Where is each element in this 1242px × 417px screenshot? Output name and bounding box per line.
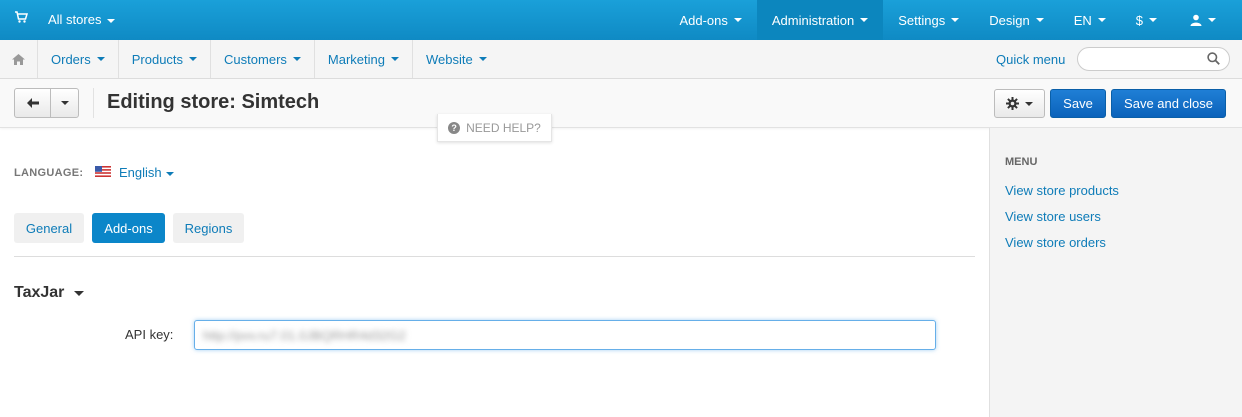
api-key-input[interactable]: http://pvv.ru7.01.0JBQRHR4d32G2: [194, 320, 936, 350]
sidebar: MENU View store products View store user…: [989, 128, 1242, 417]
menu-website[interactable]: Website: [413, 40, 500, 78]
all-stores-label: All stores: [48, 12, 102, 27]
sidebar-link-products[interactable]: View store products: [1005, 183, 1119, 198]
sidebar-link-users[interactable]: View store users: [1005, 209, 1101, 224]
topnav-addons[interactable]: Add-ons: [664, 0, 756, 40]
need-help-label: NEED HELP?: [466, 120, 541, 135]
top-nav: Add-ons Administration Settings Design E…: [664, 0, 1242, 40]
chevron-down-icon: [1208, 18, 1216, 22]
tab-addons[interactable]: Add-ons: [92, 213, 165, 243]
chevron-down-icon: [1025, 101, 1033, 106]
menu-marketing-label: Marketing: [327, 51, 385, 67]
save-and-close-button[interactable]: Save and close: [1111, 89, 1226, 118]
chevron-down-icon: [165, 171, 174, 176]
quick-menu-link[interactable]: Quick menu: [996, 52, 1065, 67]
tab-regions[interactable]: Regions: [173, 213, 244, 243]
language-value: English: [119, 165, 162, 180]
topnav-settings-label: Settings: [898, 12, 946, 28]
menu-orders[interactable]: Orders: [38, 40, 119, 78]
us-flag-icon: [95, 166, 111, 177]
menu-customers-label: Customers: [224, 51, 287, 67]
topnav-addons-label: Add-ons: [679, 12, 728, 28]
section-title: TaxJar: [14, 284, 65, 301]
chevron-down-icon: [733, 18, 742, 22]
cart-icon[interactable]: [14, 10, 28, 24]
chevron-down-icon: [107, 18, 116, 23]
home-button[interactable]: [0, 40, 38, 78]
chevron-down-icon: [1035, 18, 1044, 22]
back-dropdown-button[interactable]: [51, 89, 78, 117]
chevron-down-icon: [1097, 18, 1106, 22]
topnav-administration[interactable]: Administration: [756, 0, 884, 40]
question-icon: ?: [448, 121, 461, 134]
gear-icon: [1006, 97, 1019, 110]
language-select[interactable]: English: [119, 165, 174, 180]
language-label: LANGUAGE:: [14, 167, 84, 179]
chevron-down-icon: [60, 101, 69, 105]
topnav-design[interactable]: Design: [974, 0, 1058, 40]
menu-orders-label: Orders: [51, 51, 91, 67]
back-button[interactable]: [15, 89, 51, 117]
menu-products-label: Products: [131, 51, 184, 67]
menu-marketing[interactable]: Marketing: [315, 40, 413, 78]
top-bar: All stores Add-ons Administration Settin…: [0, 0, 1242, 40]
arrow-left-icon: [26, 98, 39, 108]
chevron-down-icon: [951, 18, 960, 22]
divider: [93, 88, 94, 118]
tab-general[interactable]: General: [14, 213, 84, 243]
menu-customers[interactable]: Customers: [211, 40, 315, 78]
menu-website-label: Website: [425, 51, 473, 67]
topnav-language-label: EN: [1073, 12, 1092, 28]
topnav-design-label: Design: [989, 12, 1030, 28]
chevron-down-icon: [390, 57, 399, 61]
settings-dropdown-button[interactable]: [994, 89, 1045, 118]
main-menu-bar: Orders Products Customers Marketing Webs…: [0, 40, 1242, 79]
topnav-currency[interactable]: $: [1121, 0, 1172, 40]
chevron-down-icon: [478, 57, 487, 61]
chevron-down-icon: [74, 290, 85, 296]
chevron-down-icon: [292, 57, 301, 61]
menu-products[interactable]: Products: [119, 40, 212, 78]
api-key-label: API key:: [125, 327, 174, 342]
chevron-down-icon: [96, 57, 105, 61]
topnav-settings[interactable]: Settings: [883, 0, 974, 40]
tabs-divider: [14, 256, 975, 257]
taxjar-section-toggle[interactable]: TaxJar: [14, 284, 85, 302]
api-key-value: http://pvv.ru7.01.0JBQRHR4d32G2: [203, 327, 406, 343]
chevron-down-icon: [189, 57, 198, 61]
all-stores-dropdown[interactable]: All stores: [48, 12, 116, 27]
back-button-group: [14, 88, 79, 118]
topnav-currency-label: $: [1135, 12, 1143, 28]
topnav-administration-label: Administration: [771, 12, 855, 28]
sidebar-link-orders[interactable]: View store orders: [1005, 235, 1106, 250]
page-title: Editing store: Simtech: [107, 91, 320, 113]
chevron-down-icon: [1149, 18, 1157, 22]
search-input[interactable]: [1077, 47, 1230, 71]
chevron-down-icon: [860, 18, 869, 22]
user-icon: [1190, 14, 1202, 26]
topnav-user[interactable]: [1172, 0, 1242, 40]
home-icon: [12, 53, 25, 65]
save-button[interactable]: Save: [1050, 89, 1106, 118]
search-icon[interactable]: [1207, 52, 1220, 65]
topnav-language[interactable]: EN: [1059, 0, 1121, 40]
sidebar-heading: MENU: [1005, 156, 1038, 168]
need-help-button[interactable]: ? NEED HELP?: [437, 114, 552, 142]
